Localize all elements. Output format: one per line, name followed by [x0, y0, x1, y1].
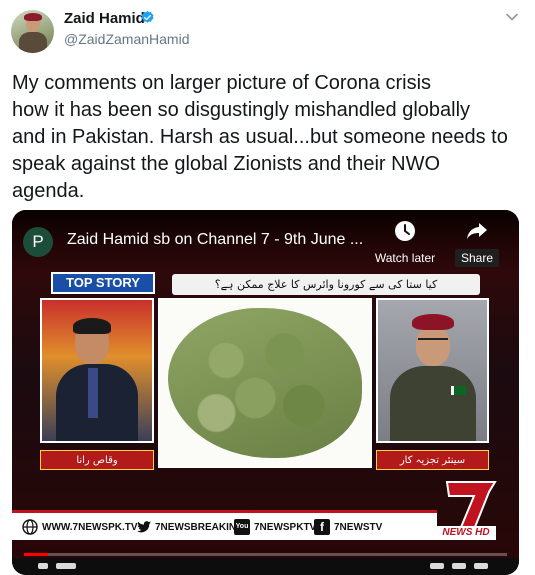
senna-leaves-image	[168, 308, 362, 458]
display-name[interactable]: Zaid Hamid	[64, 10, 145, 27]
globe-icon	[22, 519, 38, 535]
channel-avatar[interactable]: P	[23, 227, 53, 257]
twitter-bird-icon	[137, 521, 151, 533]
volume-control[interactable]	[56, 563, 76, 569]
share-button[interactable]: Share	[450, 220, 504, 267]
verified-badge-icon	[141, 10, 154, 23]
avatar-body-shape	[19, 32, 47, 53]
video-player[interactable]: TOP STORY کیا ستا کی سے کورونا وائرس کا …	[12, 210, 519, 575]
top-story-label: TOP STORY	[51, 272, 155, 294]
watch-later-label: Watch later	[374, 251, 436, 265]
tweet-header: Zaid Hamid @ZaidZamanHamid	[0, 0, 535, 60]
anchor-panel	[40, 298, 154, 443]
news-hd-tag: NEWS HD	[436, 526, 496, 540]
progress-bar[interactable]	[24, 553, 507, 556]
guest-name-strip: سینئر تجزیہ کار	[376, 450, 489, 470]
leaves-image-panel	[158, 298, 372, 468]
clock-icon	[395, 221, 415, 241]
tweet-text: My comments on larger picture of Corona …	[12, 72, 508, 202]
anchor-name-strip: وقاص رانا	[40, 450, 154, 470]
urdu-headline: کیا ستا کی سے کورونا وائرس کا علاج ممکن …	[172, 274, 480, 295]
play-control[interactable]	[38, 563, 48, 569]
settings-control[interactable]	[430, 563, 444, 569]
player-controls	[12, 558, 519, 575]
anchor-tie	[88, 368, 98, 418]
avatar-beret-shape	[24, 13, 42, 21]
progress-fill	[24, 553, 49, 556]
youtube-logo-control[interactable]	[452, 563, 466, 569]
avatar[interactable]	[11, 10, 54, 53]
guest-beret	[412, 314, 454, 330]
watch-later-button[interactable]: Watch later	[370, 220, 440, 265]
facebook-icon: f	[314, 519, 330, 535]
share-arrow-icon	[467, 223, 487, 239]
user-handle[interactable]: @ZaidZamanHamid	[64, 31, 189, 47]
guest-glasses	[418, 338, 448, 346]
pakistan-flag-icon	[451, 386, 466, 395]
social-ticker: WWW.7NEWSPK.TV 7NEWSBREAKING You 7NEWSPK…	[12, 510, 437, 540]
anchor-hair	[73, 318, 111, 334]
youtube-icon: You	[234, 519, 250, 535]
ticker-website: WWW.7NEWSPK.TV	[42, 522, 138, 533]
fullscreen-control[interactable]	[474, 563, 488, 569]
share-tooltip: Share	[454, 249, 500, 267]
ticker-twitter: 7NEWSBREAKING	[155, 522, 244, 533]
guest-panel	[376, 298, 489, 443]
video-frame[interactable]: TOP STORY کیا ستا کی سے کورونا وائرس کا …	[12, 210, 519, 575]
ticker-facebook: 7NEWSTV	[334, 522, 383, 533]
guest-face	[416, 326, 450, 366]
guest-vest	[390, 366, 476, 441]
video-title[interactable]: Zaid Hamid sb on Channel 7 - 9th June ..…	[67, 231, 367, 249]
chevron-down-icon[interactable]	[506, 13, 518, 21]
ticker-youtube: 7NEWSPKTV	[254, 522, 317, 533]
